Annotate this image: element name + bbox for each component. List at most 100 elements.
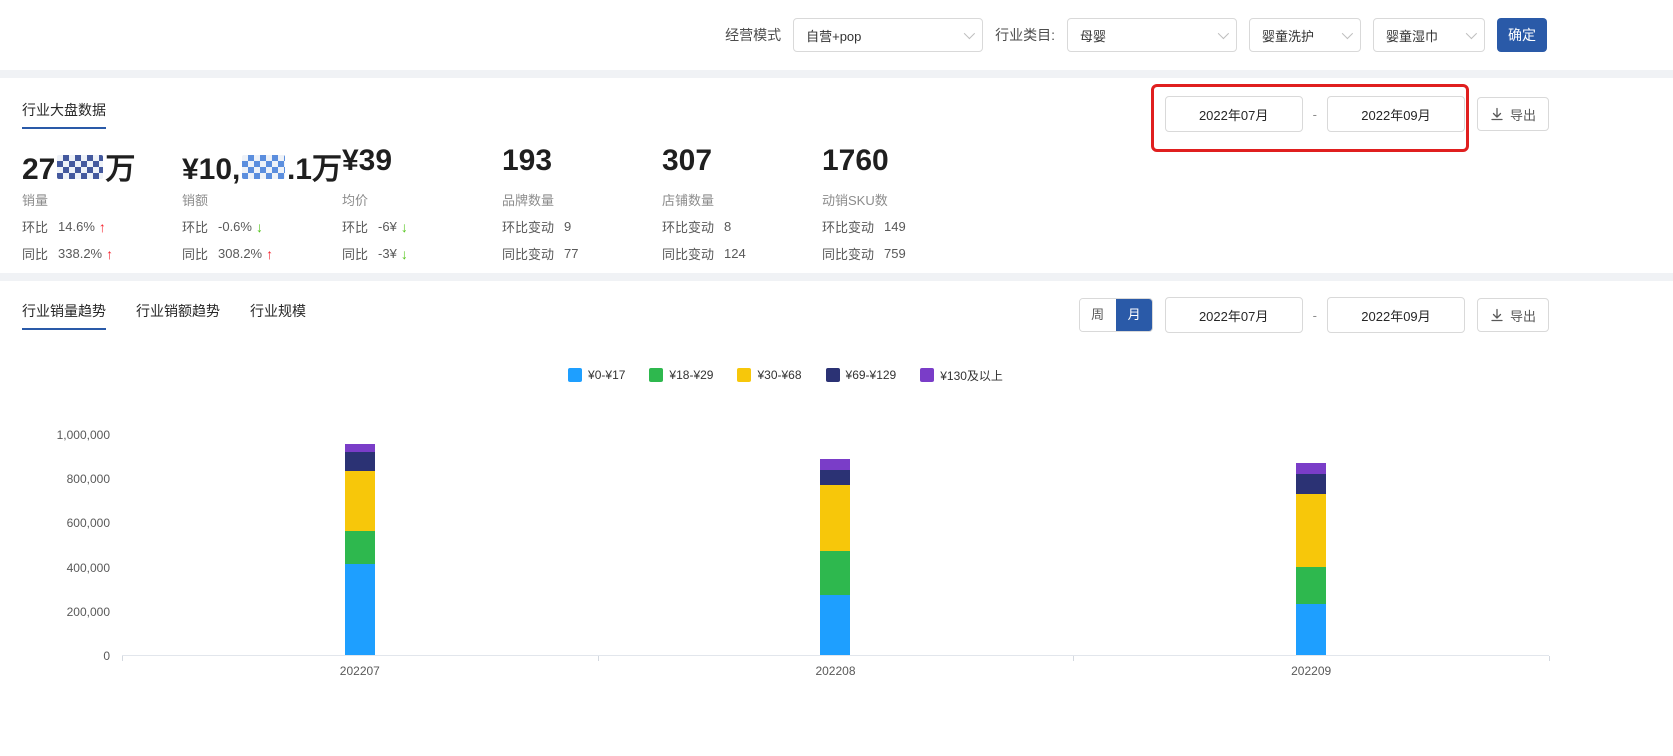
legend-item[interactable]: ¥30-¥68: [737, 368, 802, 382]
business-mode-select[interactable]: 自营+pop: [793, 18, 984, 52]
industry-overview-section: 行业大盘数据 2022年07月 - 2022年09月 导出 27 万销量 环比 14.…: [0, 78, 1673, 273]
kpi-card: 307 店铺数量 环比变动 8 同比变动 124: [662, 144, 822, 263]
bar-segment: [1296, 604, 1327, 655]
period-toggle: 周 月: [1078, 298, 1153, 332]
overview-export-button[interactable]: 导出: [1476, 97, 1549, 131]
trend-date-start-input[interactable]: 2022年07月: [1164, 297, 1303, 333]
kpi-value: ¥10, .1万: [182, 144, 342, 186]
kpi-metric-row: 环比 -0.6% ↓: [182, 217, 342, 236]
period-month-button[interactable]: 月: [1115, 299, 1152, 331]
kpi-card: 27 万销量 环比 14.6% ↑ 同比 338.2% ↑: [22, 144, 182, 263]
x-axis-tick: [122, 656, 123, 661]
leaf-category-select[interactable]: 婴童湿巾: [1373, 18, 1485, 52]
kpi-row: 27 万销量 环比 14.6% ↑ 同比 338.2% ↑ ¥10, .1万 销额 环比 -0.6% ↓ 同…: [22, 144, 1549, 263]
y-axis: 0 200,000 400,000 600,000 800,000 1,000,000: [22, 428, 122, 663]
export-label: 导出: [1509, 308, 1536, 324]
tab-industry-scale[interactable]: 行业规模: [250, 301, 306, 330]
trend-date-end-input[interactable]: 2022年09月: [1326, 297, 1465, 333]
chart-legend: ¥0-¥17 ¥18-¥29 ¥30-¥68 ¥69-¥129 ¥130及以上: [22, 367, 1549, 383]
chevron-down-icon: [1465, 27, 1478, 40]
bar-segment: [1296, 567, 1327, 605]
legend-item[interactable]: ¥130及以上: [920, 367, 1003, 384]
chevron-down-icon: [1217, 27, 1230, 40]
kpi-label: 动销SKU数: [822, 193, 888, 208]
legend-label: ¥30-¥68: [757, 368, 802, 382]
metric-name: 同比: [342, 247, 369, 262]
kpi-label: 品牌数量: [502, 193, 555, 208]
bar-slot-202208: [598, 435, 1074, 655]
y-axis-tick-label: 0: [103, 649, 110, 663]
legend-label: ¥18-¥29: [669, 368, 714, 382]
redacted-value-mosaic: [57, 155, 104, 179]
kpi-label: 销额: [182, 193, 209, 208]
sub-category-select[interactable]: 婴童洗护: [1249, 18, 1361, 52]
metric-name: 环比: [342, 220, 369, 235]
overview-header: 行业大盘数据 2022年07月 - 2022年09月 导出: [22, 84, 1549, 152]
stacked-bar-202209: [1296, 435, 1327, 655]
kpi-value: ¥39: [342, 144, 502, 182]
kpi-value-text: ¥10,: [182, 153, 241, 186]
export-label: 导出: [1509, 107, 1536, 123]
date-range-separator: -: [1312, 307, 1317, 323]
legend-swatch: [920, 368, 935, 382]
metric-name: 同比: [22, 247, 49, 262]
bar-segment: [820, 550, 851, 595]
kpi-card: 1760 动销SKU数 环比变动 149 同比变动 759: [822, 144, 982, 263]
confirm-button[interactable]: 确定: [1497, 18, 1547, 52]
legend-swatch: [825, 368, 840, 382]
overview-date-start-input[interactable]: 2022年07月: [1164, 96, 1303, 132]
plot-area-wrap: 0 200,000 400,000 600,000 800,000 1,000,000: [22, 428, 1549, 663]
tab-industry-overview[interactable]: 行业大盘数据: [22, 100, 106, 129]
metric-name: 环比变动: [502, 220, 555, 235]
kpi-metric-row: 环比变动 8: [662, 217, 822, 236]
bar-segment: [820, 459, 851, 471]
kpi-metric-row: 同比变动 759: [822, 244, 982, 263]
x-axis-tick: [597, 656, 599, 661]
trend-up-icon: ↑: [106, 245, 114, 262]
y-axis-tick-label: 1,000,000: [56, 428, 110, 442]
chevron-down-icon: [963, 27, 976, 40]
kpi-card: 193 品牌数量 环比变动 9 同比变动 77: [502, 144, 662, 263]
bar-segment: [820, 470, 851, 485]
tab-sales-volume-trend[interactable]: 行业销量趋势: [22, 301, 106, 330]
bar-segment: [344, 563, 375, 655]
bar-slot-202207: [122, 435, 598, 655]
leaf-category-value: 婴童湿巾: [1386, 28, 1439, 44]
overview-controls: 2022年07月 - 2022年09月 导出: [1150, 84, 1549, 152]
y-axis-tick-label: 800,000: [66, 472, 110, 487]
legend-item[interactable]: ¥18-¥29: [649, 368, 713, 382]
bar-segment: [1296, 473, 1327, 495]
trend-date-range: 2022年07月 - 2022年09月: [1164, 297, 1465, 333]
trend-header: 行业销量趋势 行业销额趋势 行业规模 周 月 2022年07月 - 2022年0…: [22, 295, 1549, 335]
chevron-down-icon: [1341, 27, 1354, 40]
x-axis: 202207 202208 202209: [122, 656, 1550, 682]
y-axis-tick-label: 600,000: [66, 516, 110, 531]
y-axis-tick-label: 400,000: [66, 560, 110, 575]
kpi-label: 均价: [342, 193, 369, 208]
x-axis-label: 202208: [815, 664, 856, 678]
metric-value: 149: [884, 219, 906, 234]
bar-segment: [820, 484, 851, 551]
trend-up-icon: ↑: [266, 245, 274, 262]
category-select[interactable]: 母婴: [1067, 18, 1237, 52]
kpi-card: ¥10, .1万销额环比 -0.6% ↓ 同比 308.2% ↑: [182, 144, 342, 263]
kpi-value-text: 1760: [822, 144, 889, 177]
sub-category-value: 婴童洗护: [1262, 28, 1315, 44]
legend-item[interactable]: ¥69-¥129: [825, 368, 896, 382]
metric-name: 同比变动: [662, 247, 715, 262]
category-label: 行业类目:: [995, 27, 1055, 43]
redacted-value-mosaic: [242, 155, 285, 179]
trend-export-button[interactable]: 导出: [1476, 298, 1549, 332]
tab-sales-amount-trend[interactable]: 行业销额趋势: [136, 301, 220, 330]
metric-name: 同比: [182, 247, 209, 262]
section-divider: [0, 273, 1673, 281]
metric-name: 环比变动: [662, 220, 715, 235]
bar-segment: [344, 530, 375, 564]
kpi-metric-row: 环比变动 9: [502, 217, 662, 236]
overview-date-end-input[interactable]: 2022年09月: [1326, 96, 1465, 132]
kpi-metric-row: 同比 308.2% ↑: [182, 244, 342, 263]
kpi-metric-row: 同比变动 124: [662, 244, 822, 263]
kpi-value-text: 193: [502, 144, 553, 177]
legend-item[interactable]: ¥0-¥17: [568, 368, 625, 382]
period-week-button[interactable]: 周: [1079, 299, 1116, 331]
